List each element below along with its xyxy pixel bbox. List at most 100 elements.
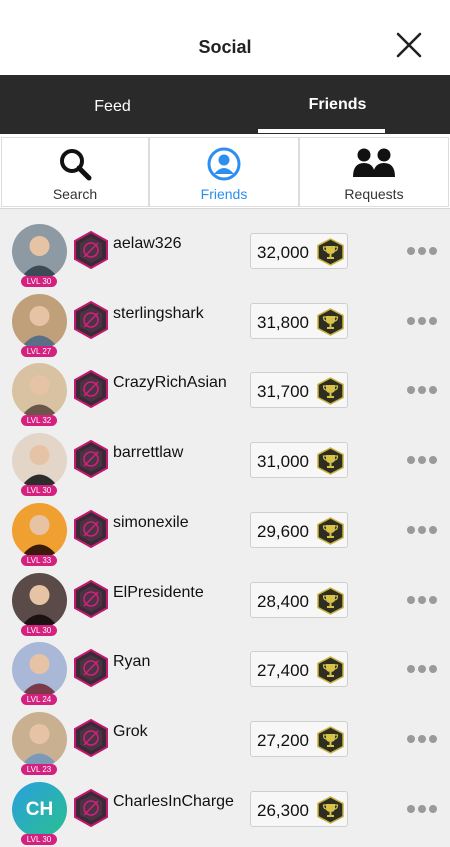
trophy-icon [317,447,344,475]
trophy-icon [317,586,344,615]
score-value: 27,200 [257,730,309,750]
friend-row[interactable]: LVL 32 CrazyRichAsian 31,700 [0,349,450,427]
more-options-icon[interactable] [406,316,438,328]
score-value: 31,000 [257,452,309,472]
score-value: 32,000 [257,243,309,262]
avatar[interactable] [12,711,67,767]
tab-feed[interactable]: Feed [0,75,225,134]
trophy-icon [317,516,344,545]
score-value: 31,800 [257,312,309,332]
friend-row[interactable]: LVL 33 simonexile 29,600 [0,489,450,566]
friend-username[interactable]: Ryan [113,653,150,671]
friend-username[interactable]: CrazyRichAsian [113,374,227,392]
rank-badge-icon [74,231,108,269]
friend-username[interactable]: Grok [113,723,148,741]
avatar[interactable] [12,642,67,698]
avatar-photo [12,363,67,419]
score-box[interactable]: 28,400 [250,581,348,618]
trophy-icon [317,307,344,336]
score-value: 31,700 [257,382,309,402]
trophy-icon [317,377,344,406]
rank-badge-icon [74,300,108,339]
friend-row[interactable]: LVL 30 ElPresidente 28,400 [0,559,450,636]
friend-username[interactable]: ElPresidente [113,584,204,602]
score-box[interactable]: 31,000 [250,442,348,479]
avatar-photo [12,642,67,698]
avatar-photo [12,293,67,349]
page-title: Social [198,37,252,57]
friend-username[interactable]: simonexile [113,514,189,532]
rank-badge-icon [74,370,108,409]
rank-badge-icon [74,579,108,618]
friend-row[interactable]: LVL 30 barrettlaw 31,000 [0,419,450,497]
friend-row[interactable]: CH LVL 30 CharlesInCharge 26,300 [0,768,450,845]
more-options-icon[interactable] [406,595,438,607]
avatar[interactable] [12,363,67,419]
subnav-search[interactable]: Search [1,137,149,207]
subnav-search-label: Search [52,186,98,202]
avatar[interactable] [12,572,67,628]
tab-bar: Feed Friends [0,75,450,134]
avatar-photo [12,711,67,767]
score-box[interactable]: 29,600 [250,511,348,548]
friends-icon [207,147,241,181]
more-options-icon[interactable] [406,385,438,397]
rank-badge-icon [74,718,108,757]
sub-navigation: Search Friends Requests [0,134,450,209]
friends-list: LVL 30 aelaw326 32,000 LVL 27 sterlingshark 3… [0,210,450,847]
rank-badge-icon [74,649,108,688]
more-options-icon[interactable] [406,734,438,746]
score-box[interactable]: 31,700 [250,372,348,409]
header: Social [0,0,450,75]
requests-icon [353,148,395,177]
trophy-icon [317,795,344,824]
more-options-icon[interactable] [406,804,438,816]
more-options-icon[interactable] [406,246,438,258]
friend-row[interactable]: LVL 27 sterlingshark 31,800 [0,280,450,357]
friend-username[interactable]: CharlesInCharge [113,793,234,811]
subnav-requests[interactable]: Requests [299,137,449,207]
close-icon[interactable] [396,32,422,58]
more-options-icon[interactable] [406,455,438,467]
friend-row[interactable]: LVL 30 aelaw326 32,000 [0,210,450,287]
avatar-photo [12,502,67,558]
rank-badge-icon [74,440,108,479]
search-icon [60,149,92,181]
score-value: 27,400 [257,661,309,681]
score-box[interactable]: 31,800 [250,302,348,339]
tab-friends[interactable]: Friends [225,75,450,134]
more-options-icon[interactable] [406,525,438,537]
subnav-friends[interactable]: Friends [149,137,299,207]
avatar-photo [12,224,67,279]
tab-feed-label: Feed [94,98,131,115]
active-tab-indicator [258,129,385,133]
friend-username[interactable]: barrettlaw [113,444,183,462]
score-value: 29,600 [257,521,309,541]
more-options-icon[interactable] [406,664,438,676]
friend-row[interactable]: LVL 24 Ryan 27,400 [0,628,450,706]
subnav-requests-label: Requests [344,186,404,202]
trophy-icon [317,656,344,685]
avatar[interactable]: CH [12,781,67,837]
trophy-icon [317,726,344,754]
score-box[interactable]: 26,300 [250,790,348,827]
avatar-initials: CH [12,781,67,837]
score-value: 28,400 [257,591,309,611]
score-box[interactable]: 32,000 [250,233,348,269]
avatar[interactable] [12,433,67,489]
subnav-friends-label: Friends [200,186,248,202]
avatar[interactable] [12,293,67,349]
friend-username[interactable]: sterlingshark [113,305,204,323]
avatar-photo [12,433,67,489]
avatar[interactable] [12,224,67,279]
rank-badge-icon [74,788,108,827]
score-value: 26,300 [257,800,309,820]
avatar[interactable] [12,502,67,558]
score-box[interactable]: 27,400 [250,651,348,688]
score-box[interactable]: 27,200 [250,720,348,757]
level-badge: LVL 30 [21,833,57,845]
avatar-photo [12,572,67,628]
friend-row[interactable]: LVL 23 Grok 27,200 [0,698,450,775]
rank-badge-icon [74,509,108,548]
friend-username[interactable]: aelaw326 [113,235,182,253]
